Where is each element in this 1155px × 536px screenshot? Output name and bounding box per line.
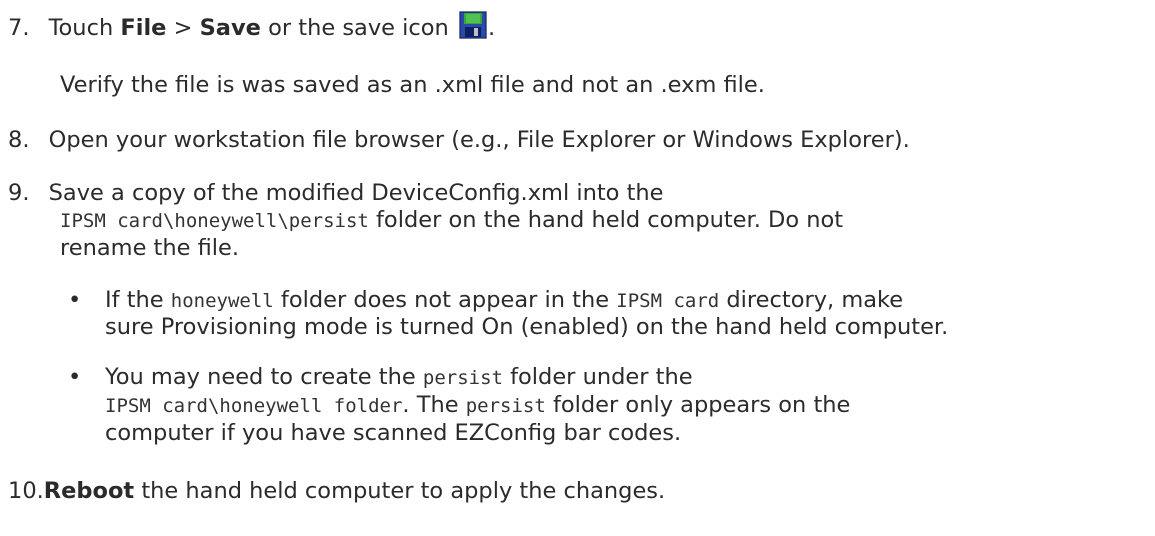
bullet-2-line-1: You may need to create the persist folde… bbox=[105, 362, 693, 393]
folder-code: persist bbox=[422, 367, 503, 389]
step-number: 10. bbox=[8, 478, 44, 504]
bullet-text: folder does not appear in the bbox=[273, 287, 617, 313]
step-9-line-3: rename the file. bbox=[60, 235, 240, 261]
bullet: • bbox=[68, 287, 82, 313]
step-text: or the save icon bbox=[260, 15, 456, 41]
bullet-1-line-2: sure Provisioning mode is turned On (ena… bbox=[105, 314, 949, 340]
step-10: 10.Reboot the hand held computer to appl… bbox=[8, 476, 665, 506]
folder-code: IPSM card bbox=[616, 290, 720, 312]
folder-code: persist bbox=[465, 395, 546, 417]
step-8: 8. Open your workstation file browser (e… bbox=[8, 125, 910, 155]
floppy-disk-save-icon bbox=[458, 10, 488, 40]
step-7-subtext: Verify the file is was saved as an .xml … bbox=[60, 72, 765, 98]
step-9: 9. Save a copy of the modified DeviceCon… bbox=[8, 178, 664, 208]
step-text: Save a copy of the modified DeviceConfig… bbox=[48, 180, 664, 206]
reboot-label: Reboot bbox=[43, 478, 135, 504]
path-code: IPSM card\honeywell folder bbox=[105, 395, 403, 417]
bullet-text: folder only appears on the bbox=[545, 392, 851, 418]
step-text: . bbox=[487, 15, 496, 41]
step-number: 7. bbox=[8, 15, 30, 41]
bullet-text: If the bbox=[105, 287, 171, 313]
step-text: Open your workstation file browser (e.g.… bbox=[48, 127, 910, 153]
step-text: the hand held computer to apply the chan… bbox=[134, 478, 666, 504]
bullet-text: . The bbox=[402, 392, 466, 418]
step-7: 7. Touch File > Save or the save icon . bbox=[8, 10, 495, 43]
bullet-2-line-3: computer if you have scanned EZConfig ba… bbox=[105, 420, 682, 446]
step-text: Touch bbox=[48, 15, 121, 41]
bullet: • bbox=[68, 364, 82, 390]
file-menu-label: File bbox=[120, 15, 167, 41]
step-text: folder on the hand held computer. Do not bbox=[368, 207, 844, 233]
path-code: IPSM card\honeywell\persist bbox=[60, 210, 369, 232]
bullet-text: folder under the bbox=[502, 364, 693, 390]
bullet-2-line-2: IPSM card\honeywell folder. The persist … bbox=[105, 390, 850, 421]
step-text: > bbox=[166, 15, 200, 41]
step-9-line-2: IPSM card\honeywell\persist folder on th… bbox=[60, 205, 843, 236]
folder-code: honeywell bbox=[170, 290, 274, 312]
step-number: 9. bbox=[8, 180, 30, 206]
save-menu-label: Save bbox=[199, 15, 261, 41]
bullet-text: You may need to create the bbox=[105, 364, 423, 390]
bullet-text: directory, make bbox=[719, 287, 904, 313]
step-number: 8. bbox=[8, 127, 30, 153]
